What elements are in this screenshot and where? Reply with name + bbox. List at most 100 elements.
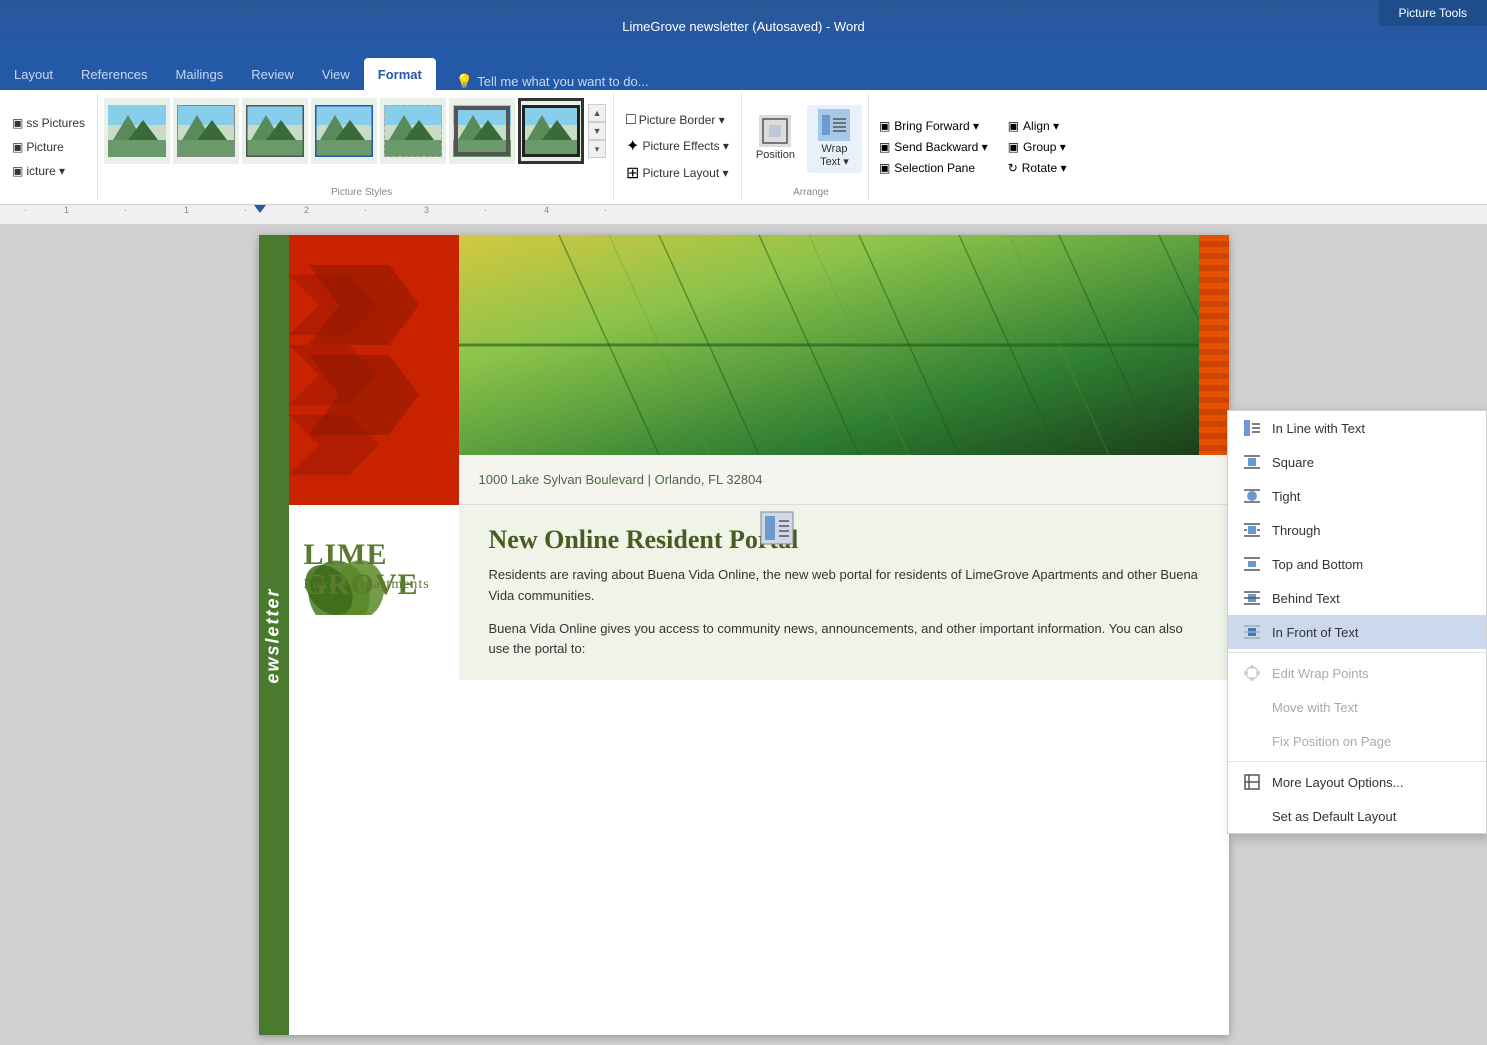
menu-item-setdefault[interactable]: Set as Default Layout — [1228, 799, 1486, 833]
picture-border-btn[interactable]: □ Picture Border ▾ — [622, 109, 733, 131]
send-backward-btn[interactable]: ▣ Send Backward ▾ — [875, 138, 992, 156]
article-body-2: Buena Vida Online gives you access to co… — [489, 619, 1199, 661]
layout-icon: ⊞ — [626, 163, 639, 183]
doc-content: New Online Resident Portal Residents are… — [459, 505, 1229, 680]
menu-sep-2 — [1228, 761, 1486, 762]
menu-item-inline[interactable]: In Line with Text — [1228, 411, 1486, 445]
compress-pictures-btn[interactable]: ▣ ss Pictures — [8, 114, 89, 132]
header-left-panel — [259, 235, 459, 505]
tab-format[interactable]: Format — [364, 58, 436, 90]
tab-references[interactable]: References — [67, 58, 161, 90]
menu-item-fixposition: Fix Position on Page — [1228, 724, 1486, 758]
picture-format-section: □ Picture Border ▾ ✦ Picture Effects ▾ ⊞… — [614, 94, 742, 200]
ruler: · 1 · 1 · 2 · 3 · 4 · — [0, 205, 1487, 225]
menu-item-tight[interactable]: Tight — [1228, 479, 1486, 513]
bring-forward-icon: ▣ — [879, 119, 890, 133]
change-picture-btn[interactable]: ▣ Picture — [8, 138, 89, 156]
address-text: 1000 Lake Sylvan Boulevard | Orlando, FL… — [479, 472, 763, 487]
wrap-text-label: WrapText ▾ — [820, 143, 849, 169]
style-items-row: ▲ ▼ ▾ — [104, 98, 607, 164]
menu-item-topbottom[interactable]: Top and Bottom — [1228, 547, 1486, 581]
align-btn[interactable]: ▣ Align ▾ — [1004, 117, 1071, 135]
send-backward-icon: ▣ — [879, 140, 890, 154]
picture-layout-btn[interactable]: ⊞ Picture Layout ▾ — [622, 161, 733, 185]
content-area: 1000 Lake Sylvan Boulevard | Orlando, FL… — [0, 225, 1487, 1045]
menu-item-square[interactable]: Square — [1228, 445, 1486, 479]
border-icon: □ — [626, 111, 636, 129]
header-main-image — [459, 235, 1229, 455]
style-item-1[interactable] — [104, 98, 170, 164]
align-icon: ▣ — [1008, 119, 1019, 133]
style-item-2[interactable] — [173, 98, 239, 164]
compress-icon: ▣ — [12, 116, 23, 130]
style-thumbnails — [104, 98, 584, 164]
tab-review[interactable]: Review — [237, 58, 308, 90]
reset-picture-btn[interactable]: ▣ icture ▾ — [8, 162, 89, 180]
picture-effects-btn[interactable]: ✦ Picture Effects ▾ — [622, 134, 733, 158]
doc-sidebar: ewsletter — [259, 235, 289, 1035]
group-btn[interactable]: ▣ Group ▾ — [1004, 138, 1071, 156]
position-wrap-btns: Position WrapText ▾ — [748, 98, 862, 180]
position-btn[interactable]: Position — [748, 111, 803, 166]
position-wrap-section: Position WrapText ▾ Arrange — [742, 94, 869, 200]
topbottom-wrap-icon — [1242, 554, 1262, 574]
picture-tools-tab: Picture Tools — [1379, 0, 1487, 26]
menu-item-morelayout[interactable]: More Layout Options... — [1228, 765, 1486, 799]
tab-layout[interactable]: Layout — [0, 58, 67, 90]
ribbon: ▣ ss Pictures ▣ Picture ▣ icture ▾ — [0, 90, 1487, 205]
style-item-5[interactable] — [380, 98, 446, 164]
behind-wrap-icon — [1242, 588, 1262, 608]
scroll-expand-btn[interactable]: ▾ — [588, 140, 606, 158]
tab-view[interactable]: View — [308, 58, 364, 90]
scroll-up-btn[interactable]: ▲ — [588, 104, 606, 122]
bring-forward-btn[interactable]: ▣ Bring Forward ▾ — [875, 117, 992, 135]
menu-item-infront[interactable]: In Front of Text — [1228, 615, 1486, 649]
wrap-icon-overlay — [759, 510, 795, 549]
style-scroll-arrows: ▲ ▼ ▾ — [587, 102, 607, 160]
menu-item-movewithtext: Move with Text — [1228, 690, 1486, 724]
style-item-3[interactable] — [242, 98, 308, 164]
rotate-btn[interactable]: ↻ Rotate ▾ — [1004, 159, 1071, 177]
style-item-6[interactable] — [449, 98, 515, 164]
editwrap-icon — [1242, 663, 1262, 683]
ruler-marks: · 1 · 1 · 2 · 3 · 4 · — [4, 205, 1483, 224]
wrap-text-btn[interactable]: WrapText ▾ — [807, 105, 862, 173]
group-icon: ▣ — [1008, 140, 1019, 154]
infront-wrap-icon — [1242, 622, 1262, 642]
position-label: Position — [756, 149, 795, 162]
arrange-right2-section: ▣ Align ▾ ▣ Group ▾ ↻ Rotate ▾ — [998, 94, 1077, 200]
app-title: LimeGrove newsletter (Autosaved) - Word — [16, 19, 1471, 34]
square-wrap-icon — [1242, 452, 1262, 472]
reset-icon: ▣ — [12, 164, 23, 178]
tight-wrap-icon — [1242, 486, 1262, 506]
arrange-right-section: ▣ Bring Forward ▾ ▣ Send Backward ▾ ▣ Se… — [869, 94, 998, 200]
address-bar: 1000 Lake Sylvan Boulevard | Orlando, FL… — [459, 455, 1229, 505]
arrange-section-label: Arrange — [748, 187, 874, 198]
article-title: New Online Resident Portal — [489, 525, 1199, 555]
change-icon: ▣ — [12, 140, 23, 154]
menu-item-behind[interactable]: Behind Text — [1228, 581, 1486, 615]
morelayout-icon — [1242, 772, 1262, 792]
wrap-text-dropdown: In Line with Text Square Tight Through — [1227, 410, 1487, 834]
title-bar: LimeGrove newsletter (Autosaved) - Word … — [0, 0, 1487, 52]
document-page: 1000 Lake Sylvan Boulevard | Orlando, FL… — [259, 235, 1229, 1035]
ruler-marker — [254, 205, 266, 213]
article-body-1: Residents are raving about Buena Vida On… — [489, 565, 1199, 607]
ribbon-left-panel: ▣ ss Pictures ▣ Picture ▣ icture ▾ — [0, 94, 98, 200]
style-item-4[interactable] — [311, 98, 377, 164]
wrap-text-icon — [818, 109, 850, 141]
selection-pane-btn[interactable]: ▣ Selection Pane — [875, 159, 992, 177]
effects-icon: ✦ — [626, 136, 639, 156]
style-item-7[interactable] — [518, 98, 584, 164]
move-icon — [1242, 697, 1262, 717]
logo-luxury: Luxury Apartments — [304, 577, 430, 593]
sidebar-text: ewsletter — [263, 587, 284, 683]
ribbon-tabs: Layout References Mailings Review View F… — [0, 52, 1487, 90]
lightbulb-icon: 💡 — [456, 73, 473, 90]
tell-me-bar[interactable]: 💡 Tell me what you want to do... — [456, 73, 649, 90]
tab-mailings[interactable]: Mailings — [162, 58, 238, 90]
selection-pane-icon: ▣ — [879, 161, 890, 175]
menu-item-editwrap: Edit Wrap Points — [1228, 656, 1486, 690]
scroll-down-btn[interactable]: ▼ — [588, 122, 606, 140]
menu-item-through[interactable]: Through — [1228, 513, 1486, 547]
